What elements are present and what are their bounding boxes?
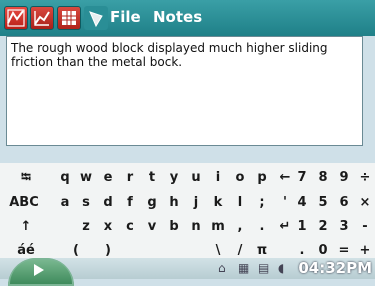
key-row1-13[interactable]: 8 xyxy=(313,167,333,189)
key-row3-6[interactable]: n xyxy=(186,216,206,238)
key-row2-0[interactable]: ABC xyxy=(4,192,44,214)
key-row3-11[interactable]: 1 xyxy=(292,216,312,238)
key-row3-12[interactable]: 2 xyxy=(313,216,333,238)
key-row2-9[interactable]: l xyxy=(230,192,250,214)
key-row2-12[interactable]: 4 xyxy=(292,192,312,214)
key-row2-1[interactable]: a xyxy=(55,192,75,214)
key-row2-4[interactable]: f xyxy=(120,192,140,214)
key-row3-9[interactable]: . xyxy=(252,216,272,238)
key-row2-10[interactable]: ; xyxy=(252,192,272,214)
menu-notes[interactable]: Notes xyxy=(153,8,202,26)
key-row1-0[interactable]: ⭾ xyxy=(8,167,44,189)
key-row1-14[interactable]: 9 xyxy=(334,167,354,189)
key-row1-2[interactable]: w xyxy=(76,167,96,189)
key-row2-5[interactable]: g xyxy=(142,192,162,214)
color-chart-icon[interactable] xyxy=(4,6,28,30)
key-row1-7[interactable]: u xyxy=(186,167,206,189)
key-row2-13[interactable]: 5 xyxy=(313,192,333,214)
key-row2-7[interactable]: j xyxy=(186,192,206,214)
note-text-area[interactable]: The rough wood block displayed much high… xyxy=(6,36,363,146)
key-row3-2[interactable]: x xyxy=(98,216,118,238)
key-row3-14[interactable]: - xyxy=(355,216,375,238)
diamond-icon[interactable] xyxy=(84,6,108,30)
key-row1-1[interactable]: q xyxy=(55,167,75,189)
key-row2-8[interactable]: k xyxy=(208,192,228,214)
line-chart-icon[interactable] xyxy=(30,6,54,30)
key-row1-12[interactable]: 7 xyxy=(292,167,312,189)
key-row3-13[interactable]: 3 xyxy=(334,216,354,238)
key-row1-15[interactable]: ÷ xyxy=(355,167,375,189)
play-icon xyxy=(34,264,44,276)
key-row3-3[interactable]: c xyxy=(120,216,140,238)
table-icon[interactable] xyxy=(57,6,81,30)
menu-file[interactable]: File xyxy=(110,8,141,26)
key-row3-7[interactable]: m xyxy=(208,216,228,238)
key-row3-0[interactable]: ↑ xyxy=(8,216,44,238)
grid-icon[interactable]: ▦ xyxy=(238,261,249,275)
key-row3-1[interactable]: z xyxy=(76,216,96,238)
key-row1-5[interactable]: t xyxy=(142,167,162,189)
on-screen-keyboard: ⭾ q w e r t y u i o p ← 7 8 9 ÷ ABC a s d f g h j k l; ' 4 5 6 × ↑ z x c v b… xyxy=(0,163,375,261)
key-row1-9[interactable]: o xyxy=(230,167,250,189)
key-row2-3[interactable]: d xyxy=(98,192,118,214)
volume-icon[interactable]: ◖ xyxy=(278,261,284,275)
key-row2-6[interactable]: h xyxy=(164,192,184,214)
key-row3-4[interactable]: v xyxy=(142,216,162,238)
key-row3-5[interactable]: b xyxy=(164,216,184,238)
key-row1-10[interactable]: p xyxy=(252,167,272,189)
key-row1-4[interactable]: r xyxy=(120,167,140,189)
home-icon[interactable]: ⌂ xyxy=(218,261,226,275)
key-row2-15[interactable]: × xyxy=(355,192,375,214)
key-row2-2[interactable]: s xyxy=(76,192,96,214)
keyboard-icon[interactable]: ▤ xyxy=(258,261,269,275)
clock: 04:32PM xyxy=(298,259,372,277)
key-row1-6[interactable]: y xyxy=(164,167,184,189)
key-row1-3[interactable]: e xyxy=(98,167,118,189)
key-row3-8[interactable]: , xyxy=(230,216,250,238)
key-row1-8[interactable]: i xyxy=(208,167,228,189)
key-row2-14[interactable]: 6 xyxy=(334,192,354,214)
